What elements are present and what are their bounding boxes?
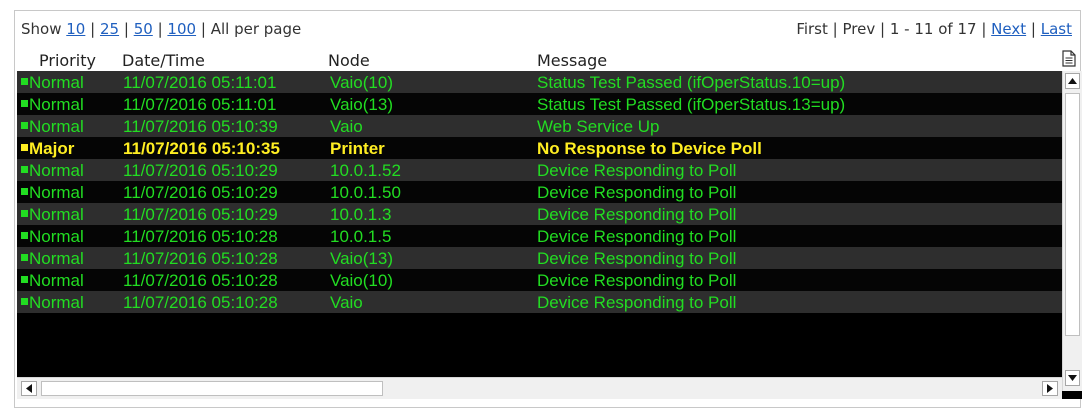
message-cell: Device Responding to Poll [537,227,737,246]
severity-square-icon [21,122,28,129]
node-cell: Vaio(10) [330,73,393,92]
page-size-100-link[interactable]: 100 [167,20,196,38]
pagination: First | Prev | 1 - 11 of 17 | Next | Las… [796,20,1072,38]
severity-square-icon [21,254,28,261]
document-icon[interactable] [1062,50,1076,67]
table-row[interactable]: Normal 11/07/2016 05:11:01 Vaio(13) Status … [17,93,1062,115]
datetime-cell: 11/07/2016 05:10:28 [123,249,278,268]
table-header: Priority Date/Time Node Message [15,49,1080,71]
message-cell: Device Responding to Poll [537,293,737,312]
node-cell: 10.0.1.50 [330,183,401,202]
datetime-cell: 11/07/2016 05:10:28 [123,227,278,246]
node-cell: Printer [330,139,385,158]
datetime-cell: 11/07/2016 05:10:29 [123,183,278,202]
page-size-25-link[interactable]: 25 [100,20,119,38]
node-cell: 10.0.1.52 [330,161,401,180]
severity-square-icon [21,144,28,151]
node-cell: Vaio(13) [330,95,393,114]
message-cell: Device Responding to Poll [537,205,737,224]
column-header-message[interactable]: Message [537,51,607,70]
table-row[interactable]: Normal 11/07/2016 05:10:39 Vaio Web Service… [17,115,1062,137]
column-header-datetime[interactable]: Date/Time [122,51,205,70]
scrollbar-corner [1062,391,1082,399]
severity-square-icon [21,298,28,305]
priority-cell: Normal [29,293,84,312]
arrow-right-icon[interactable] [1042,381,1058,396]
datetime-cell: 11/07/2016 05:11:01 [123,95,277,114]
message-cell: No Response to Device Poll [537,139,762,158]
severity-square-icon [21,188,28,195]
table-row[interactable]: Normal 11/07/2016 05:10:28 Vaio(10) Device … [17,269,1062,291]
datetime-cell: 11/07/2016 05:10:28 [123,271,278,290]
priority-cell: Normal [29,249,84,268]
datetime-cell: 11/07/2016 05:10:29 [123,205,278,224]
pager-toolbar: Show 10 | 25 | 50 | 100 | All per page F… [15,11,1080,47]
node-cell: Vaio [330,293,363,312]
priority-cell: Normal [29,73,84,92]
message-cell: Status Test Passed (ifOperStatus.10=up) [537,73,846,92]
arrow-left-icon[interactable] [21,381,37,396]
severity-square-icon [21,210,28,217]
datetime-cell: 11/07/2016 05:10:29 [123,161,278,180]
message-cell: Device Responding to Poll [537,183,737,202]
node-cell: 10.0.1.5 [330,227,392,246]
first-page: First [796,20,828,38]
datetime-cell: 11/07/2016 05:11:01 [123,73,277,92]
last-page-link[interactable]: Last [1041,20,1072,38]
datetime-cell: 11/07/2016 05:10:39 [123,117,278,136]
next-page-link[interactable]: Next [991,20,1026,38]
priority-cell: Normal [29,271,84,290]
arrow-up-icon[interactable] [1065,73,1080,89]
datetime-cell: 11/07/2016 05:10:35 [123,139,280,158]
table-row[interactable]: Normal 11/07/2016 05:11:01 Vaio(10) Status … [17,71,1062,93]
column-header-priority[interactable]: Priority [39,51,96,70]
page-size-50-link[interactable]: 50 [134,20,153,38]
priority-cell: Normal [29,161,84,180]
message-cell: Status Test Passed (ifOperStatus.13=up) [537,95,846,114]
datetime-cell: 11/07/2016 05:10:28 [123,293,278,312]
node-cell: Vaio(10) [330,271,393,290]
message-cell: Web Service Up [537,117,660,136]
vertical-scroll-thumb[interactable] [1065,93,1080,336]
table-row[interactable]: Normal 11/07/2016 05:10:28 Vaio(13) Device … [17,247,1062,269]
column-header-node[interactable]: Node [328,51,370,70]
severity-square-icon [21,276,28,283]
node-cell: Vaio [330,117,363,136]
page-range: 1 - 11 of 17 [889,20,977,38]
message-cell: Device Responding to Poll [537,249,737,268]
node-cell: 10.0.1.3 [330,205,392,224]
table-row[interactable]: Normal 11/07/2016 05:10:29 10.0.1.3 Device … [17,203,1062,225]
priority-cell: Normal [29,227,84,246]
table-row[interactable]: Normal 11/07/2016 05:10:29 10.0.1.52 Device… [17,159,1062,181]
priority-cell: Normal [29,183,84,202]
page-size-all: All [210,20,230,38]
severity-square-icon [21,232,28,239]
table-row[interactable]: Normal 11/07/2016 05:10:28 10.0.1.5 Device … [17,225,1062,247]
table-row[interactable]: Normal 11/07/2016 05:10:29 10.0.1.50 Device… [17,181,1062,203]
node-cell: Vaio(13) [330,249,393,268]
table-row[interactable]: Normal 11/07/2016 05:10:28 Vaio Device Resp… [17,291,1062,313]
prev-page: Prev [842,20,876,38]
priority-cell: Major [29,139,75,158]
table-row[interactable]: Major 11/07/2016 05:10:35 Printer No Respon… [17,137,1062,159]
priority-cell: Normal [29,205,84,224]
events-table: Normal 11/07/2016 05:11:01 Vaio(10) Status … [17,71,1062,377]
page-size-10-link[interactable]: 10 [66,20,85,38]
vertical-scrollbar[interactable] [1062,71,1082,391]
severity-square-icon [21,166,28,173]
horizontal-scrollbar[interactable] [17,377,1062,399]
horizontal-scroll-thumb[interactable] [41,381,383,396]
severity-square-icon [21,100,28,107]
arrow-down-icon[interactable] [1065,370,1080,386]
severity-square-icon [21,78,28,85]
page-size-selector: Show 10 | 25 | 50 | 100 | All per page [21,20,302,38]
priority-cell: Normal [29,117,84,136]
priority-cell: Normal [29,95,84,114]
message-cell: Device Responding to Poll [537,161,737,180]
event-log-panel: Show 10 | 25 | 50 | 100 | All per page F… [14,10,1082,408]
show-label: Show [21,20,62,38]
message-cell: Device Responding to Poll [537,271,737,290]
per-page-label: per page [234,20,302,38]
